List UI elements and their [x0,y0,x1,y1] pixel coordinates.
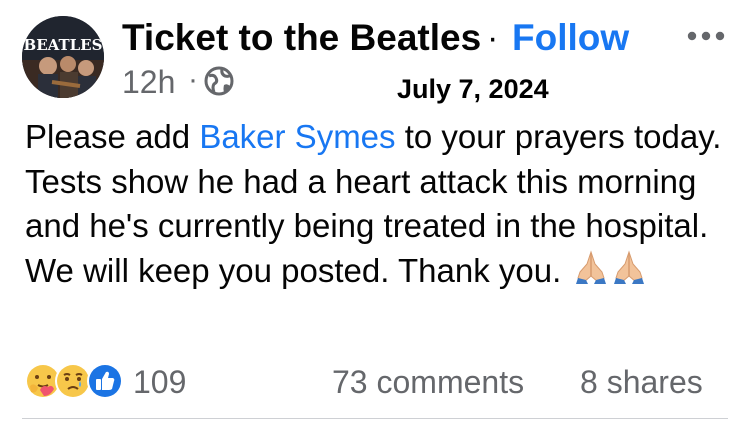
folded-hands-emoji [574,249,608,286]
avatar-image: BEATLES [22,16,104,98]
facebook-post: BEATLES Ticket to the Beatles · Follow 1… [0,0,750,433]
like-reaction-icon [86,362,124,400]
follow-button[interactable]: Follow [512,16,629,60]
globe-icon[interactable] [203,65,235,97]
avatar-logo-text: BEATLES [24,36,103,54]
name-separator: · [487,19,499,57]
footer-divider [22,418,728,419]
page-name-link[interactable]: Ticket to the Beatles [122,16,481,60]
comments-count-link[interactable]: 73 comments [332,362,524,402]
post-body: Please add Baker Symes to your prayers t… [25,115,740,293]
folded-hands-emoji [612,249,646,286]
timestamp-separator: · [188,63,198,96]
post-text-prefix: Please add [25,118,200,155]
page-avatar[interactable]: BEATLES [22,16,104,98]
mention-link-baker-symes[interactable]: Baker Symes [199,118,395,155]
post-timestamp[interactable]: 12h [122,64,175,100]
date-stamp-overlay: July 7, 2024 [397,74,549,104]
reaction-count[interactable]: 109 [133,362,186,402]
shares-count-link[interactable]: 8 shares [580,362,703,402]
more-options-icon[interactable] [686,28,726,44]
